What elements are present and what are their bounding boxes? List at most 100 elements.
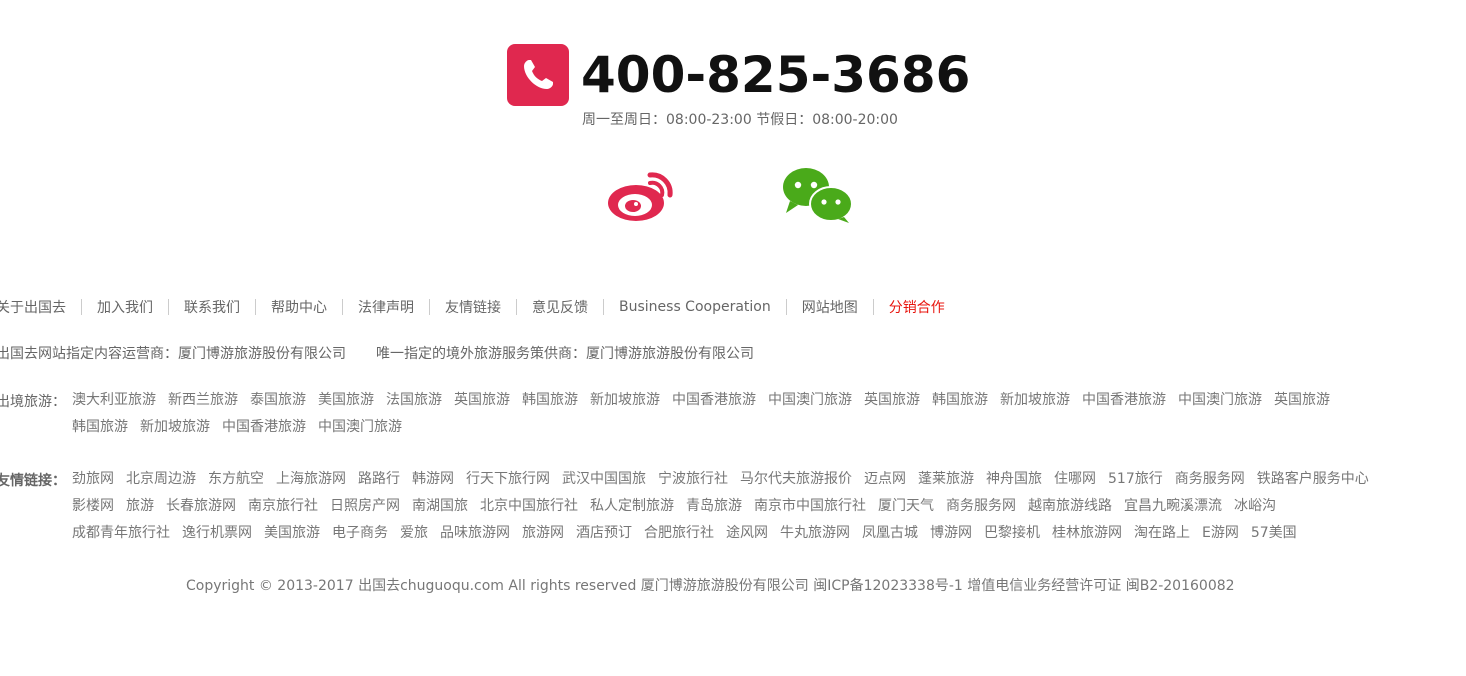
content-operator: 出国去网站指定内容运营商：厦门博游旅游股份有限公司: [0, 346, 346, 362]
friends-link[interactable]: 电子商务: [332, 525, 388, 541]
friends-row: 影楼网 旅游 长春旅游网 南京旅行社 日照房产网 南湖国旅 北京中国旅行社 私人定制旅游 青岛旅…: [72, 497, 1466, 524]
about-link[interactable]: 友情链接: [430, 297, 516, 317]
outbound-link[interactable]: 英国旅游: [1274, 392, 1330, 408]
outbound-link[interactable]: 新加坡旅游: [140, 419, 210, 435]
outbound-link[interactable]: 泰国旅游: [250, 392, 306, 408]
about-link[interactable]: Business Cooperation: [604, 299, 786, 315]
friends-link[interactable]: 宁波旅行社: [658, 471, 728, 487]
friends-link[interactable]: 品味旅游网: [440, 525, 510, 541]
friends-link[interactable]: E游网: [1202, 525, 1239, 541]
wechat-link[interactable]: [782, 165, 854, 229]
friends-link[interactable]: 路路行: [358, 471, 400, 487]
friends-link[interactable]: 凤凰古城: [862, 525, 918, 541]
about-link[interactable]: 加入我们: [82, 297, 168, 317]
friends-link[interactable]: 冰峪沟: [1234, 498, 1276, 514]
friends-link[interactable]: 美国旅游: [264, 525, 320, 541]
outbound-row: 澳大利亚旅游 新西兰旅游 泰国旅游 美国旅游 法国旅游 英国旅游 韩国旅游 新加坡旅游 中国香港…: [72, 391, 1466, 418]
friends-link[interactable]: 旅游: [126, 498, 154, 514]
friends-link[interactable]: 南京市中国旅行社: [754, 498, 866, 514]
friends-link[interactable]: 商务服务网: [1175, 471, 1245, 487]
about-link[interactable]: 帮助中心: [256, 297, 342, 317]
friends-link[interactable]: 桂林旅游网: [1052, 525, 1122, 541]
friends-link[interactable]: 东方航空: [208, 471, 264, 487]
outbound-link[interactable]: 中国澳门旅游: [1178, 392, 1262, 408]
outbound-link[interactable]: 新西兰旅游: [168, 392, 238, 408]
friends-link[interactable]: 517旅行: [1108, 471, 1163, 487]
about-link[interactable]: 法律声明: [343, 297, 429, 317]
friends-link[interactable]: 武汉中国国旅: [562, 471, 646, 487]
friends-link[interactable]: 成都青年旅行社: [72, 525, 170, 541]
copyright: Copyright © 2013-2017 出国去chuguoqu.com Al…: [186, 578, 1235, 594]
friends-link[interactable]: 北京周边游: [126, 471, 196, 487]
service-hours: 周一至周日：08:00-23:00 节假日：08:00-20:00: [582, 112, 898, 128]
friends-link[interactable]: 厦门天气: [878, 498, 934, 514]
wechat-icon: [783, 168, 853, 223]
outbound-link[interactable]: 韩国旅游: [932, 392, 988, 408]
friends-link[interactable]: 宜昌九畹溪漂流: [1124, 498, 1222, 514]
outbound-link[interactable]: 英国旅游: [454, 392, 510, 408]
friends-link[interactable]: 铁路客户服务中心: [1257, 471, 1369, 487]
outbound-link[interactable]: 澳大利亚旅游: [72, 392, 156, 408]
about-link[interactable]: 关于出国去: [0, 297, 81, 317]
about-link[interactable]: 联系我们: [169, 297, 255, 317]
friends-link[interactable]: 蓬莱旅游: [918, 471, 974, 487]
outbound-link[interactable]: 新加坡旅游: [590, 392, 660, 408]
hotline: 400-825-3686: [507, 44, 970, 106]
friends-link[interactable]: 57美国: [1251, 525, 1297, 541]
about-links: 关于出国去 加入我们 联系我们 帮助中心 法律声明 友情链接 意见反馈 Busi…: [0, 297, 960, 317]
friends-link[interactable]: 住哪网: [1054, 471, 1096, 487]
friends-link[interactable]: 神舟国旅: [986, 471, 1042, 487]
outbound-link[interactable]: 中国香港旅游: [672, 392, 756, 408]
friends-link[interactable]: 行天下旅行网: [466, 471, 550, 487]
friends-link[interactable]: 爱旅: [400, 525, 428, 541]
about-link[interactable]: 意见反馈: [517, 297, 603, 317]
outbound-links: 澳大利亚旅游 新西兰旅游 泰国旅游 美国旅游 法国旅游 英国旅游 韩国旅游 新加坡旅游 中国香港…: [72, 391, 1466, 445]
friends-link[interactable]: 南湖国旅: [412, 498, 468, 514]
friends-link[interactable]: 私人定制旅游: [590, 498, 674, 514]
weibo-icon: [608, 172, 673, 221]
outbound-link[interactable]: 中国澳门旅游: [318, 419, 402, 435]
friends-link[interactable]: 北京中国旅行社: [480, 498, 578, 514]
friends-link[interactable]: 上海旅游网: [276, 471, 346, 487]
weibo-link[interactable]: [606, 165, 676, 229]
outbound-link[interactable]: 法国旅游: [386, 392, 442, 408]
friends-link[interactable]: 巴黎接机: [984, 525, 1040, 541]
friends-link[interactable]: 博游网: [930, 525, 972, 541]
friends-link[interactable]: 淘在路上: [1134, 525, 1190, 541]
outbound-link[interactable]: 新加坡旅游: [1000, 392, 1070, 408]
service-provider: 唯一指定的境外旅游服务策供商：厦门博游旅游股份有限公司: [376, 346, 754, 362]
outbound-link[interactable]: 中国香港旅游: [222, 419, 306, 435]
friends-link[interactable]: 牛丸旅游网: [780, 525, 850, 541]
friends-link[interactable]: 韩游网: [412, 471, 454, 487]
friends-link[interactable]: 旅游网: [522, 525, 564, 541]
outbound-link[interactable]: 中国澳门旅游: [768, 392, 852, 408]
friends-link[interactable]: 越南旅游线路: [1028, 498, 1112, 514]
friends-link[interactable]: 劲旅网: [72, 471, 114, 487]
friends-link[interactable]: 长春旅游网: [166, 498, 236, 514]
friends-link[interactable]: 日照房产网: [330, 498, 400, 514]
friends-link[interactable]: 酒店预订: [576, 525, 632, 541]
phone-icon: [507, 44, 569, 106]
friends-link[interactable]: 途风网: [726, 525, 768, 541]
distribution-link[interactable]: 分销合作: [874, 297, 960, 317]
friends-link[interactable]: 影楼网: [72, 498, 114, 514]
friends-link[interactable]: 商务服务网: [946, 498, 1016, 514]
outbound-link[interactable]: 韩国旅游: [522, 392, 578, 408]
outbound-row: 韩国旅游 新加坡旅游 中国香港旅游 中国澳门旅游: [72, 418, 1466, 445]
friends-link[interactable]: 青岛旅游: [686, 498, 742, 514]
outbound-label: 出境旅游：: [0, 394, 66, 410]
friends-link[interactable]: 南京旅行社: [248, 498, 318, 514]
outbound-link[interactable]: 美国旅游: [318, 392, 374, 408]
friends-row: 劲旅网 北京周边游 东方航空 上海旅游网 路路行 韩游网 行天下旅行网 武汉中国国旅 宁波旅行社…: [72, 470, 1466, 497]
friends-link[interactable]: 迈点网: [864, 471, 906, 487]
friends-row: 成都青年旅行社 逸行机票网 美国旅游 电子商务 爱旅 品味旅游网 旅游网 酒店预订 合肥旅行社途…: [72, 524, 1466, 551]
phone-number: 400-825-3686: [581, 46, 971, 104]
about-link[interactable]: 网站地图: [787, 297, 873, 317]
friends-link[interactable]: 合肥旅行社: [644, 525, 714, 541]
outbound-link[interactable]: 韩国旅游: [72, 419, 128, 435]
outbound-link[interactable]: 英国旅游: [864, 392, 920, 408]
friends-link[interactable]: 逸行机票网: [182, 525, 252, 541]
friends-link-list: 劲旅网 北京周边游 东方航空 上海旅游网 路路行 韩游网 行天下旅行网 武汉中国国旅 宁波旅行社…: [72, 470, 1466, 551]
friends-link[interactable]: 马尔代夫旅游报价: [740, 471, 852, 487]
outbound-link[interactable]: 中国香港旅游: [1082, 392, 1166, 408]
